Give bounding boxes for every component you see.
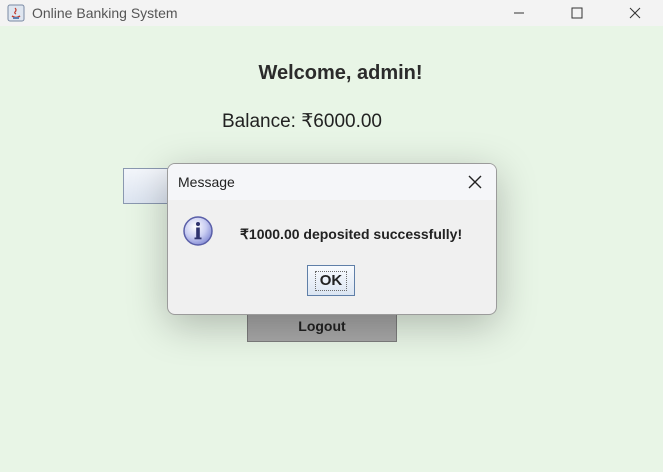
minimize-icon	[514, 12, 524, 14]
dialog-title-bar: Message	[168, 164, 496, 200]
close-button[interactable]	[612, 0, 658, 26]
close-icon	[468, 175, 482, 189]
info-icon	[182, 215, 214, 247]
ok-button-label: OK	[314, 270, 348, 291]
message-dialog: Message ₹1000.00 deposited successfully!…	[167, 163, 497, 315]
minimize-button[interactable]	[496, 0, 542, 26]
window-title-bar: Online Banking System	[0, 0, 663, 26]
balance-label: Balance: ₹6000.00	[222, 111, 382, 132]
maximize-button[interactable]	[554, 0, 600, 26]
maximize-icon	[571, 7, 583, 19]
java-app-icon	[7, 4, 25, 22]
dialog-title: Message	[178, 174, 235, 190]
window-title: Online Banking System	[32, 5, 178, 21]
dialog-close-button[interactable]	[466, 173, 484, 191]
dialog-message: ₹1000.00 deposited successfully!	[240, 226, 463, 242]
welcome-heading: Welcome, admin!	[258, 62, 423, 84]
ok-button[interactable]: OK	[307, 265, 355, 296]
close-icon	[629, 7, 641, 19]
